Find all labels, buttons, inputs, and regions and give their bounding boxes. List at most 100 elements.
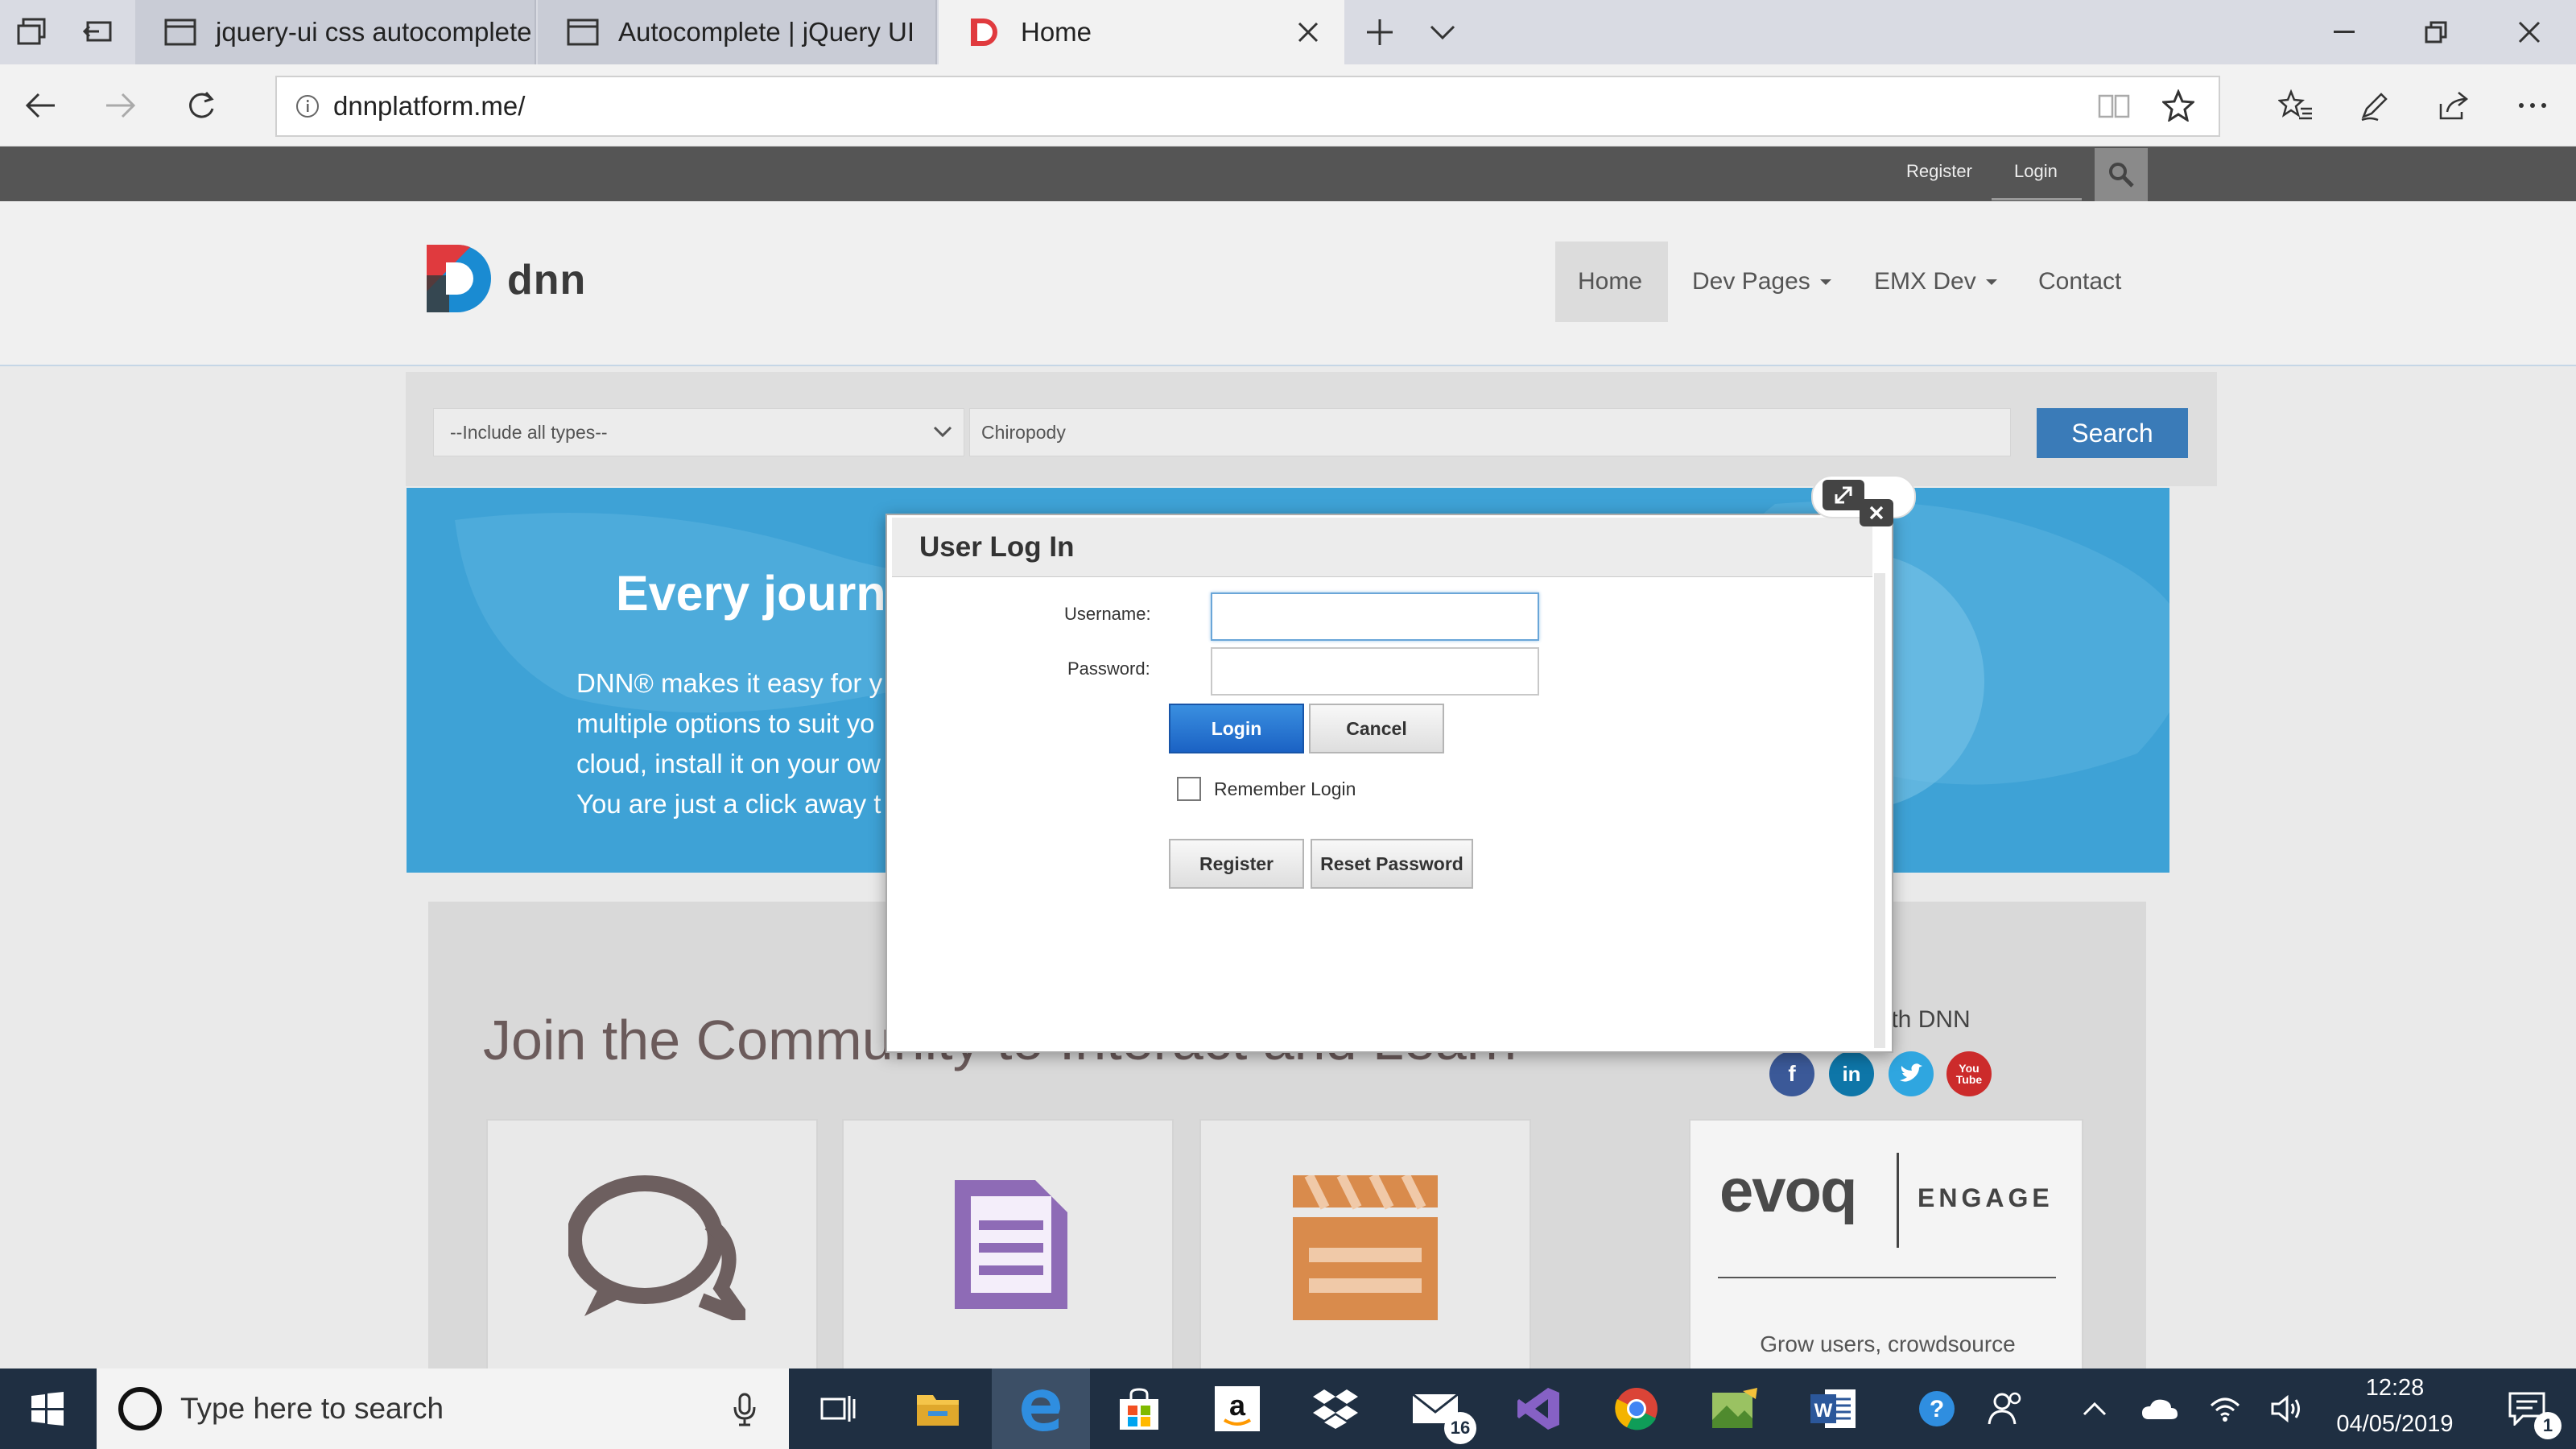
windows-start-icon[interactable]	[0, 1368, 95, 1449]
hero-text-line: You are just a click away t	[576, 789, 881, 819]
address-text: dnnplatform.me/	[333, 91, 526, 121]
menu-dev-pages[interactable]: Dev Pages	[1670, 242, 1856, 322]
linkedin-icon[interactable]: in	[1829, 1051, 1874, 1096]
username-label: Username:	[1064, 604, 1151, 624]
address-bar[interactable]: dnnplatform.me/	[275, 76, 2220, 137]
password-input[interactable]	[1211, 647, 1539, 696]
dialog-title: User Log In	[919, 531, 1075, 563]
new-tab-icon[interactable]	[1357, 14, 1402, 50]
remember-login-label[interactable]: Remember Login	[1214, 778, 1356, 800]
menu-emx-dev[interactable]: EMX Dev	[1852, 242, 2025, 322]
dialog-scrollbar[interactable]	[1874, 573, 1885, 1048]
login-link[interactable]: Login	[2014, 161, 2058, 182]
videos-card[interactable]	[1199, 1119, 1531, 1377]
docs-card[interactable]	[842, 1119, 1174, 1377]
close-window-icon[interactable]	[2507, 14, 2552, 50]
amazon-icon[interactable]: a	[1188, 1368, 1286, 1449]
forward-arrow-icon[interactable]	[98, 85, 143, 126]
youtube-icon[interactable]: You Tube	[1946, 1051, 1992, 1096]
mail-icon[interactable]: 16	[1386, 1368, 1484, 1449]
favorites-hub-icon[interactable]	[2273, 85, 2318, 126]
action-center-icon[interactable]: 1	[2478, 1368, 2576, 1449]
evoq-product-text: ENGAGE	[1918, 1183, 2054, 1212]
close-tab-icon[interactable]	[1288, 16, 1328, 48]
store-icon[interactable]	[1090, 1368, 1188, 1449]
hero-text-line: cloud, install it on your ow	[576, 749, 881, 778]
search-button[interactable]: Search	[2037, 408, 2188, 458]
back-arrow-icon[interactable]	[18, 85, 63, 126]
password-label: Password:	[1067, 658, 1150, 679]
clock-time: 12:28	[2365, 1375, 2425, 1401]
set-aside-tabs-icon[interactable]	[77, 16, 118, 48]
share-icon[interactable]	[2431, 85, 2476, 126]
svg-text:W: W	[1814, 1400, 1833, 1422]
visual-studio-icon[interactable]	[1489, 1368, 1587, 1449]
microphone-icon[interactable]	[733, 1393, 757, 1426]
people-icon[interactable]	[1967, 1368, 2045, 1449]
hero-text-line: multiple options to suit yo	[576, 708, 875, 738]
chevron-down-icon	[933, 425, 952, 438]
hero-text-line: DNN® makes it easy for y	[576, 668, 883, 698]
dnn-favicon-icon	[968, 15, 1001, 49]
dropbox-icon[interactable]	[1286, 1368, 1385, 1449]
remember-login-checkbox[interactable]	[1177, 777, 1201, 801]
wifi-icon[interactable]	[2191, 1368, 2259, 1449]
cancel-button[interactable]: Cancel	[1309, 704, 1444, 753]
caret-down-icon	[1985, 279, 1997, 285]
cortana-icon	[116, 1385, 164, 1433]
register-button[interactable]: Register	[1169, 839, 1304, 889]
word-icon[interactable]: W	[1784, 1368, 1882, 1449]
type-select[interactable]: --Include all types--	[433, 408, 964, 456]
volume-icon[interactable]	[2254, 1368, 2322, 1449]
forums-card[interactable]	[486, 1119, 818, 1377]
more-options-icon[interactable]	[2510, 85, 2555, 126]
web-note-pen-icon[interactable]	[2352, 85, 2397, 126]
favorite-star-icon[interactable]	[2157, 85, 2199, 126]
evoq-logo-text: evoq	[1719, 1157, 1857, 1225]
taskbar-search-placeholder: Type here to search	[180, 1392, 444, 1425]
maximize-dialog-icon[interactable]	[1823, 480, 1864, 510]
facebook-icon[interactable]: f	[1769, 1051, 1814, 1096]
twitter-icon[interactable]	[1889, 1051, 1934, 1096]
login-button[interactable]: Login	[1169, 704, 1304, 753]
menu-home[interactable]: Home	[1555, 242, 1668, 322]
site-header	[0, 201, 2576, 366]
dnn-logo-text: dnn	[507, 257, 587, 303]
tab-jquery-autocomplete[interactable]: Autocomplete | jQuery UI	[538, 0, 937, 64]
edge-browser-icon[interactable]	[992, 1368, 1090, 1449]
photos-app-icon[interactable]	[1686, 1368, 1784, 1449]
clapperboard-icon	[1293, 1175, 1530, 1320]
show-hidden-icons-chevron-icon[interactable]	[2061, 1368, 2128, 1449]
tab-list-chevron-icon[interactable]	[1420, 14, 1465, 50]
taskbar-search-box[interactable]: Type here to search	[97, 1368, 789, 1449]
tab-manager-icon[interactable]	[11, 16, 52, 48]
file-explorer-icon[interactable]	[889, 1368, 987, 1449]
svg-text:?: ?	[1930, 1396, 1944, 1422]
minimize-icon[interactable]	[2322, 14, 2367, 50]
keyword-input[interactable]: Chiropody	[969, 408, 2011, 456]
close-dialog-icon[interactable]	[1860, 499, 1893, 526]
login-underline	[1992, 198, 2082, 200]
site-search-toggle[interactable]	[2095, 148, 2148, 201]
restore-icon[interactable]	[2413, 14, 2458, 50]
site-info-icon[interactable]	[295, 93, 320, 119]
taskbar-clock[interactable]: 12:28 04/05/2019	[2318, 1375, 2471, 1438]
chat-bubbles-icon	[568, 1175, 816, 1320]
tab-jquery-css[interactable]: jquery-ui css autocomplete	[135, 0, 536, 64]
type-select-value: --Include all types--	[450, 421, 608, 443]
chrome-icon[interactable]	[1587, 1368, 1686, 1449]
refresh-icon[interactable]	[179, 85, 224, 126]
menu-label: Contact	[2038, 268, 2122, 295]
menu-contact[interactable]: Contact	[2016, 242, 2149, 322]
reset-password-button[interactable]: Reset Password	[1311, 839, 1473, 889]
page-icon	[164, 19, 196, 46]
evoq-engage-card[interactable]: evoq ENGAGE Grow users, crowdsource	[1689, 1119, 2083, 1377]
dnn-logo-icon[interactable]	[425, 243, 506, 314]
notification-badge: 1	[2534, 1412, 2562, 1439]
username-input[interactable]	[1211, 592, 1539, 641]
onedrive-cloud-icon[interactable]	[2124, 1368, 2196, 1449]
tab-home[interactable]: Home	[939, 0, 1344, 64]
task-view-icon[interactable]	[789, 1368, 887, 1449]
register-link[interactable]: Register	[1906, 161, 1972, 182]
reading-view-icon[interactable]	[2093, 87, 2135, 126]
